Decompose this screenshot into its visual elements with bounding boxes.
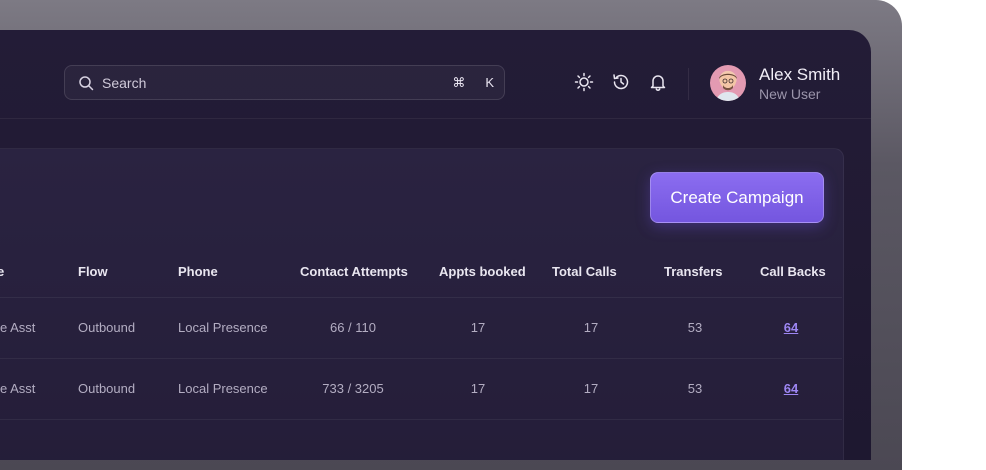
cell-transfers: 53 xyxy=(687,320,703,335)
column-header-flow[interactable]: Flow xyxy=(78,264,108,279)
create-campaign-button[interactable]: Create Campaign xyxy=(650,172,824,223)
header-divider xyxy=(688,68,689,100)
column-header-contact-attempts[interactable]: Contact Attempts xyxy=(300,264,408,279)
user-name: Alex Smith xyxy=(759,65,841,84)
search-icon xyxy=(79,75,94,90)
column-header-name[interactable]: e xyxy=(0,264,4,279)
avatar[interactable] xyxy=(710,65,746,101)
call-backs-link[interactable]: 64 xyxy=(784,381,798,396)
app-screen: Search ⌘ K Alex Smith New User Create Ca… xyxy=(0,30,871,460)
user-role: New User xyxy=(759,86,821,102)
row-divider xyxy=(0,419,842,420)
column-header-call-backs[interactable]: Call Backs xyxy=(760,264,826,279)
cell-phone: Local Presence xyxy=(178,320,268,335)
cell-contact-attempts: 733 / 3205 xyxy=(322,381,384,396)
cell-total-calls: 17 xyxy=(583,320,599,335)
bell-icon[interactable] xyxy=(648,72,668,92)
column-header-transfers[interactable]: Transfers xyxy=(664,264,723,279)
cell-appts-booked: 17 xyxy=(470,381,486,396)
search-input[interactable]: Search ⌘ K xyxy=(64,65,505,100)
cell-total-calls: 17 xyxy=(583,381,599,396)
row-divider xyxy=(0,358,842,359)
cell-name: e Asst xyxy=(0,320,36,335)
call-backs-link[interactable]: 64 xyxy=(784,320,798,335)
command-key-hint: ⌘ xyxy=(452,74,466,90)
sun-icon[interactable] xyxy=(574,72,594,92)
cell-flow: Outbound xyxy=(78,320,136,335)
cell-flow: Outbound xyxy=(78,381,136,396)
history-icon[interactable] xyxy=(611,72,631,92)
cell-appts-booked: 17 xyxy=(470,320,486,335)
column-header-phone[interactable]: Phone xyxy=(178,264,218,279)
cell-name: e Asst xyxy=(0,381,36,396)
cell-phone: Local Presence xyxy=(178,381,268,396)
k-key-hint: K xyxy=(485,75,494,90)
search-placeholder: Search xyxy=(102,74,147,91)
column-header-total-calls[interactable]: Total Calls xyxy=(552,264,617,279)
row-divider xyxy=(0,297,842,298)
cell-transfers: 53 xyxy=(687,381,703,396)
avatar-image xyxy=(716,73,740,101)
top-bar: Search ⌘ K Alex Smith New User xyxy=(0,30,871,119)
column-header-appts-booked[interactable]: Appts booked xyxy=(439,264,526,279)
cell-contact-attempts: 66 / 110 xyxy=(329,320,377,335)
